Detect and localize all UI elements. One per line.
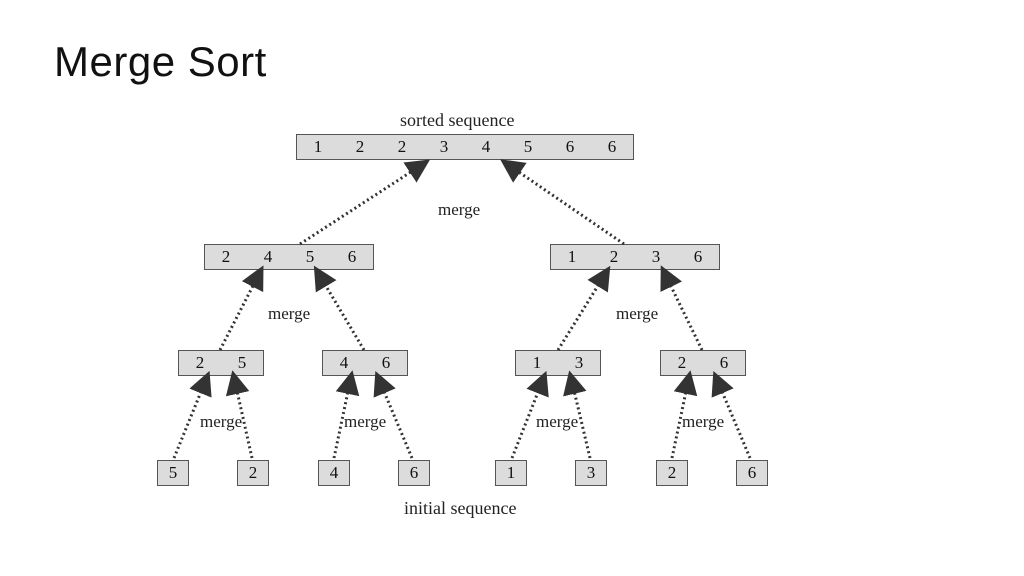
merge-label: merge	[268, 304, 310, 324]
cell: 6	[591, 135, 633, 159]
merge-arrows	[0, 0, 1024, 576]
cell: 3	[576, 461, 606, 485]
sequence-level3-c: 4	[318, 460, 350, 486]
sequence-level3-h: 6	[736, 460, 768, 486]
merge-label: merge	[344, 412, 386, 432]
cell: 6	[399, 461, 429, 485]
cell: 2	[381, 135, 423, 159]
cell: 2	[661, 351, 703, 375]
merge-label: merge	[438, 200, 480, 220]
sequence-level0: 1 2 2 3 4 5 6 6	[296, 134, 634, 160]
sequence-level1-right: 1 2 3 6	[550, 244, 720, 270]
sequence-level3-f: 3	[575, 460, 607, 486]
cell: 1	[496, 461, 526, 485]
sequence-level1-left: 2 4 5 6	[204, 244, 374, 270]
sequence-level3-e: 1	[495, 460, 527, 486]
cell: 3	[423, 135, 465, 159]
cell: 5	[158, 461, 188, 485]
merge-label: merge	[616, 304, 658, 324]
cell: 3	[558, 351, 600, 375]
sequence-level2-a: 2 5	[178, 350, 264, 376]
merge-sort-diagram: sorted sequence 1 2 2 3 4 5 6 6 merge 2 …	[0, 0, 1024, 576]
cell: 5	[289, 245, 331, 269]
sequence-level2-b: 4 6	[322, 350, 408, 376]
cell: 6	[549, 135, 591, 159]
merge-label: merge	[682, 412, 724, 432]
merge-label: merge	[536, 412, 578, 432]
sequence-level2-d: 2 6	[660, 350, 746, 376]
cell: 3	[635, 245, 677, 269]
bottom-label: initial sequence	[404, 498, 516, 519]
cell: 6	[677, 245, 719, 269]
cell: 6	[737, 461, 767, 485]
cell: 1	[516, 351, 558, 375]
sequence-level2-c: 1 3	[515, 350, 601, 376]
sequence-level3-b: 2	[237, 460, 269, 486]
cell: 2	[179, 351, 221, 375]
cell: 2	[205, 245, 247, 269]
cell: 2	[339, 135, 381, 159]
cell: 2	[238, 461, 268, 485]
sequence-level3-d: 6	[398, 460, 430, 486]
cell: 2	[657, 461, 687, 485]
cell: 4	[465, 135, 507, 159]
cell: 2	[593, 245, 635, 269]
cell: 4	[247, 245, 289, 269]
cell: 6	[703, 351, 745, 375]
top-label: sorted sequence	[400, 110, 514, 131]
cell: 6	[331, 245, 373, 269]
slide: Merge Sort sorted sequence 1 2 2 3 4 5 6…	[0, 0, 1024, 576]
cell: 5	[221, 351, 263, 375]
cell: 1	[551, 245, 593, 269]
cell: 1	[297, 135, 339, 159]
cell: 4	[319, 461, 349, 485]
cell: 5	[507, 135, 549, 159]
cell: 4	[323, 351, 365, 375]
cell: 6	[365, 351, 407, 375]
sequence-level3-a: 5	[157, 460, 189, 486]
sequence-level3-g: 2	[656, 460, 688, 486]
merge-label: merge	[200, 412, 242, 432]
